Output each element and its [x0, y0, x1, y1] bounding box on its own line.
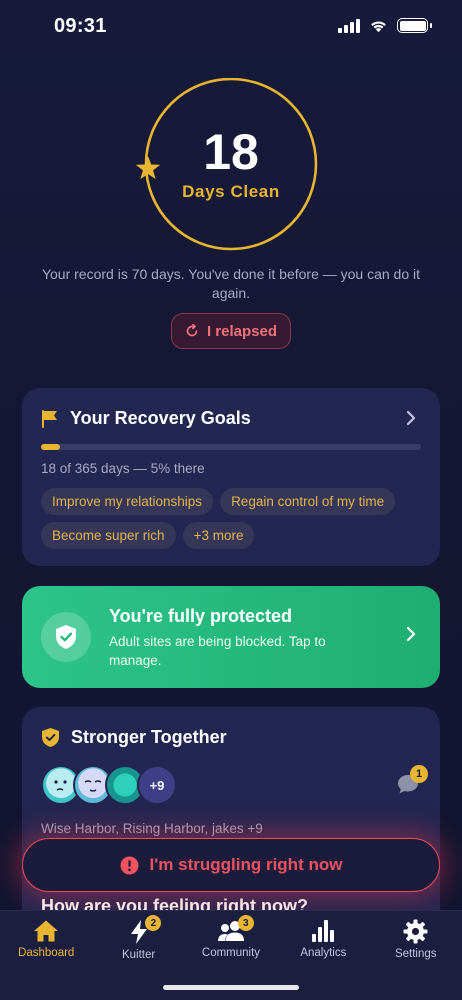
gear-icon — [403, 919, 428, 944]
protection-title: You're fully protected — [109, 606, 292, 626]
struggling-label: I'm struggling right now — [149, 855, 343, 874]
streak-label: Days Clean — [182, 182, 280, 201]
goals-header: Your Recovery Goals — [41, 408, 251, 429]
status-bar: 09:31 — [0, 0, 462, 54]
goals-title: Your Recovery Goals — [70, 408, 251, 428]
chevron-right-icon[interactable] — [406, 626, 416, 642]
tab-dashboard[interactable]: Dashboard — [0, 911, 92, 973]
status-time: 09:31 — [54, 15, 107, 37]
together-title: Stronger Together — [71, 727, 227, 747]
battery-icon — [397, 18, 432, 33]
record-message: Your record is 70 days. You've done it b… — [41, 266, 421, 301]
flag-icon — [42, 409, 57, 428]
goals-progress-bar — [41, 444, 421, 450]
tab-label: Dashboard — [18, 947, 75, 959]
chat-unread-badge: 1 — [410, 765, 428, 783]
alert-icon — [120, 856, 139, 874]
member-avatars[interactable]: +9 — [41, 765, 177, 805]
together-names: Wise Harbor, Rising Harbor, jakes +9 — [41, 821, 263, 836]
tab-label: Analytics — [300, 947, 347, 959]
more-goals-chip[interactable]: +3 more — [182, 522, 255, 549]
status-icons — [338, 18, 432, 33]
tab-label: Community — [201, 947, 261, 959]
shield-check-icon — [41, 612, 91, 662]
tab-community[interactable]: 3 Community — [185, 911, 277, 973]
goals-chips: Improve my relationships Regain control … — [41, 488, 431, 549]
goals-progress-text: 18 of 365 days — 5% there — [41, 461, 205, 476]
streak-days: 18 — [203, 124, 259, 180]
wifi-icon — [371, 20, 386, 32]
shield-check-icon — [42, 728, 59, 747]
protection-description: Adult sites are being blocked. Tap to ma… — [109, 634, 326, 668]
home-icon — [34, 920, 59, 942]
community-badge: 3 — [237, 915, 254, 931]
cellular-signal-icon — [338, 18, 360, 33]
chevron-right-icon[interactable] — [406, 410, 416, 426]
goal-chip[interactable]: Regain control of my time — [220, 488, 396, 515]
tab-label: Settings — [394, 948, 437, 960]
struggling-button[interactable]: I'm struggling right now — [22, 838, 440, 892]
home-indicator — [163, 985, 299, 990]
tab-settings[interactable]: Settings — [370, 911, 462, 973]
tab-analytics[interactable]: Analytics — [277, 911, 369, 973]
kuitter-badge: 2 — [145, 915, 162, 931]
more-members-count: +9 — [137, 765, 177, 805]
goals-progress-fill — [41, 444, 60, 450]
relapse-button[interactable]: I relapsed — [171, 313, 291, 349]
reset-icon — [186, 324, 198, 337]
relapse-label: I relapsed — [206, 322, 278, 340]
recovery-goals-card[interactable]: Your Recovery Goals 18 of 365 days — 5% … — [22, 388, 440, 566]
tab-kuitter[interactable]: 2 Kuitter — [92, 911, 184, 973]
tab-label: Kuitter — [121, 949, 156, 961]
streak-ring: 18 Days Clean — [131, 78, 331, 252]
together-header: Stronger Together — [41, 727, 227, 748]
goal-chip[interactable]: Improve my relationships — [41, 488, 214, 515]
bar-chart-icon — [312, 920, 335, 942]
protection-card[interactable]: You're fully protected Adult sites are b… — [22, 586, 440, 688]
goal-chip[interactable]: Become super rich — [41, 522, 176, 549]
